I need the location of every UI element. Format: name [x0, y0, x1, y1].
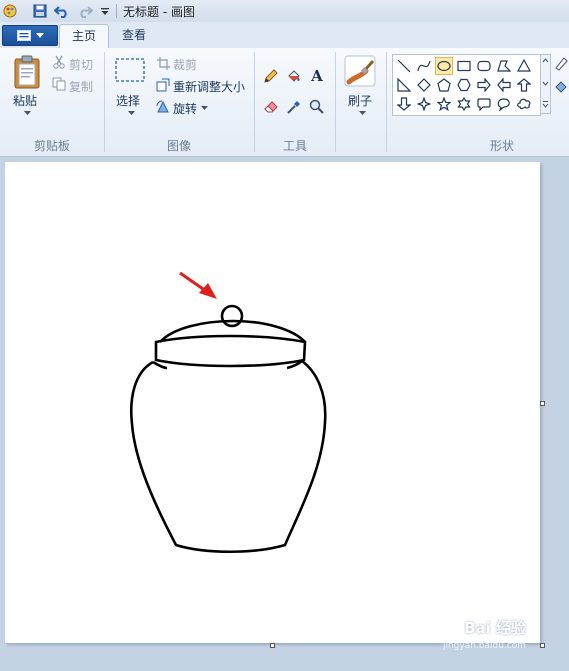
select-button[interactable] — [113, 56, 147, 84]
diamond-shape-icon[interactable] — [415, 76, 433, 94]
cut-button[interactable]: 剪切 — [69, 56, 93, 73]
tab-home[interactable]: 主页 — [59, 24, 110, 49]
triangle-shape-icon[interactable] — [515, 57, 533, 75]
resize-button[interactable]: 重新调整大小 — [173, 78, 245, 95]
brushes-button[interactable] — [343, 54, 377, 88]
group-divider — [104, 52, 105, 152]
right-triangle-shape-icon[interactable] — [395, 76, 413, 94]
paintbrush-icon — [344, 55, 376, 87]
paint-menu-button[interactable] — [2, 25, 58, 46]
jar-drawing — [130, 271, 327, 553]
color-picker-icon[interactable] — [284, 97, 304, 117]
resize-icon — [155, 77, 171, 93]
redo-icon[interactable] — [77, 3, 93, 19]
undo-icon[interactable] — [54, 3, 70, 19]
title-bar: 无标题 - 画图 — [0, 0, 569, 23]
quick-access-dropdown-icon[interactable] — [97, 3, 113, 19]
title-separator — [116, 4, 117, 18]
resize-handle-right[interactable] — [540, 401, 545, 406]
left-arrow-shape-icon[interactable] — [495, 76, 513, 94]
crop-icon — [155, 55, 171, 71]
shapes-gallery — [392, 54, 541, 116]
copy-icon — [51, 76, 67, 92]
rotate-dropdown-icon[interactable] — [200, 105, 208, 111]
hexagon-shape-icon[interactable] — [455, 76, 473, 94]
cloud-callout-shape-icon[interactable] — [515, 95, 533, 113]
group-divider — [386, 52, 387, 152]
scissors-icon — [51, 54, 67, 70]
window-title: 无标题 - 画图 — [123, 5, 195, 19]
clipboard-icon — [14, 55, 40, 89]
polygon-shape-icon[interactable] — [495, 57, 513, 75]
fill-bucket-icon[interactable] — [284, 66, 304, 86]
lid-band — [154, 334, 307, 368]
shapes-scrollbar[interactable] — [540, 54, 551, 114]
copy-button[interactable]: 复制 — [69, 78, 93, 95]
outline-icon[interactable] — [554, 55, 568, 73]
curve-shape-icon[interactable] — [415, 57, 433, 75]
baidu-watermark-url: jingyan.baidu.com — [442, 641, 526, 651]
jar-body — [130, 359, 327, 553]
down-arrow-shape-icon[interactable] — [395, 95, 413, 113]
brushes-dropdown-icon[interactable] — [358, 110, 366, 116]
eraser-icon[interactable] — [261, 97, 281, 117]
rounded-rectangle-shape-icon[interactable] — [475, 57, 493, 75]
line-shape-icon[interactable] — [395, 57, 413, 75]
canvas-workspace: Bai 经验 jingyan.baidu.com — [0, 157, 569, 671]
clipboard-group-label: 剪贴板 — [34, 139, 71, 153]
up-arrow-shape-icon[interactable] — [515, 76, 533, 94]
drawing-canvas[interactable]: Bai 经验 jingyan.baidu.com — [5, 162, 540, 651]
image-group-label: 图像 — [167, 139, 192, 153]
resize-handle-bottom[interactable] — [270, 643, 275, 648]
rectangle-shape-icon[interactable] — [455, 57, 473, 75]
selection-rectangle-icon — [115, 58, 145, 82]
five-point-star-shape-icon[interactable] — [435, 95, 453, 113]
tab-view[interactable]: 查看 — [110, 24, 158, 48]
crop-button[interactable]: 裁剪 — [173, 56, 197, 73]
red-arrow-shaft — [179, 271, 207, 293]
shapes-group-label: 形状 — [490, 139, 515, 153]
chevron-down-icon — [35, 33, 44, 38]
text-tool-icon[interactable]: A — [307, 66, 327, 86]
ribbon-tab-strip: 主页 查看 — [0, 22, 569, 49]
oval-callout-shape-icon[interactable] — [495, 95, 513, 113]
rounded-callout-shape-icon[interactable] — [475, 95, 493, 113]
magnifier-icon[interactable] — [307, 97, 327, 117]
paste-dropdown-icon[interactable] — [23, 110, 31, 116]
fill-icon[interactable] — [554, 78, 568, 96]
resize-handle-corner[interactable] — [540, 643, 545, 648]
right-arrow-shape-icon[interactable] — [475, 76, 493, 94]
group-divider — [254, 52, 255, 152]
six-point-star-shape-icon[interactable] — [455, 95, 473, 113]
baidu-watermark: Bai 经验 — [464, 619, 526, 637]
pencil-icon[interactable] — [261, 66, 281, 86]
tools-group-label: 工具 — [283, 139, 308, 153]
select-label: 选择 — [116, 94, 141, 108]
document-icon — [16, 30, 31, 41]
save-icon[interactable] — [32, 3, 48, 19]
select-dropdown-icon[interactable] — [127, 110, 135, 116]
oval-shape-icon[interactable] — [435, 57, 453, 75]
paint-app-icon[interactable] — [2, 3, 18, 19]
rotate-button[interactable]: 旋转 — [173, 100, 197, 117]
paste-button[interactable] — [10, 54, 44, 90]
brushes-label: 刷子 — [348, 94, 373, 108]
ribbon: 粘贴 剪切 复制 剪贴板 选择 裁剪 重新调整大小 旋转 图像 A 工具 刷子 … — [0, 48, 569, 157]
lid-knob — [220, 304, 244, 328]
rotate-icon — [155, 99, 171, 115]
red-arrow-head — [199, 283, 217, 299]
four-point-star-shape-icon[interactable] — [415, 95, 433, 113]
pentagon-shape-icon[interactable] — [435, 76, 453, 94]
paste-label: 粘贴 — [13, 94, 38, 108]
group-divider — [335, 52, 336, 152]
